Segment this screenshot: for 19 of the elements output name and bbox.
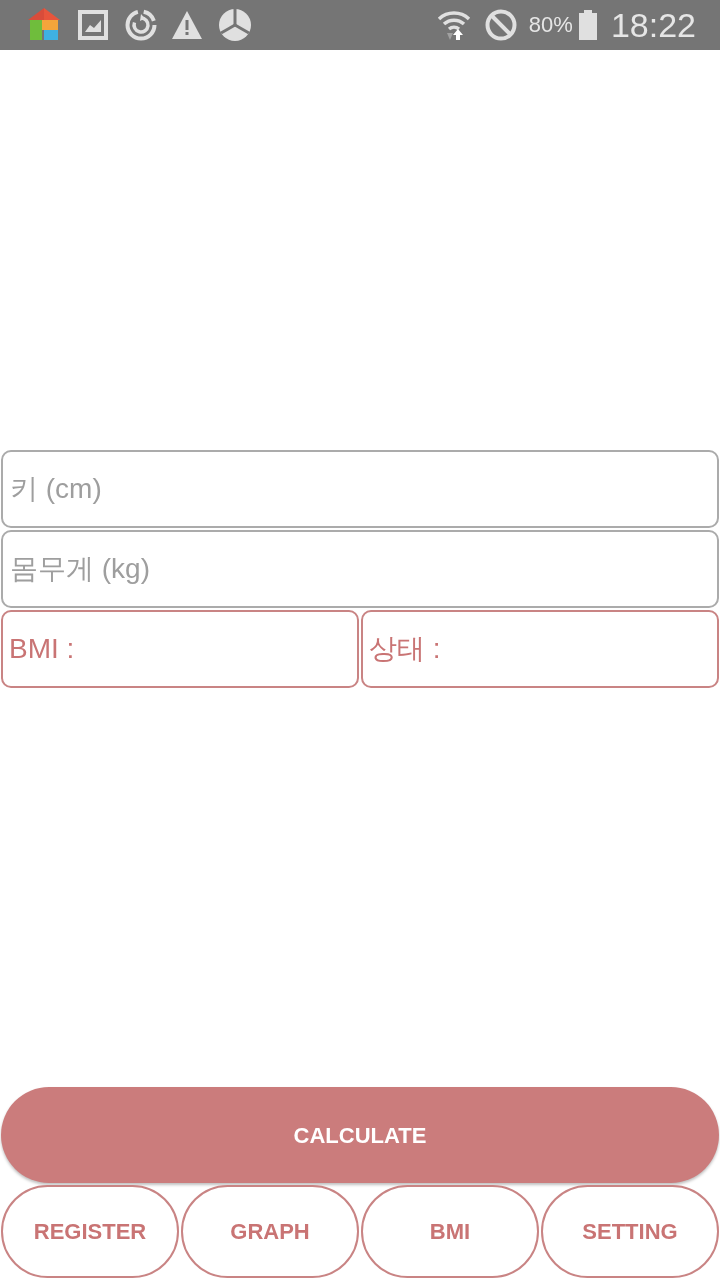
- battery-percent: 80%: [528, 14, 573, 36]
- calculate-button[interactable]: CALCULATE: [1, 1087, 719, 1183]
- blocked-icon: [484, 9, 517, 41]
- input-field[interactable]: 몸무게 (kg): [1, 529, 719, 608]
- launcher-house-icon: [28, 8, 60, 42]
- nav-button[interactable]: SETTING: [541, 1185, 719, 1278]
- result-label: 상태 :: [369, 631, 441, 666]
- image-icon: [78, 10, 108, 40]
- result-label: BMI :: [9, 631, 75, 666]
- nav-button[interactable]: GRAPH: [181, 1185, 359, 1278]
- sync-circle-icon: [125, 9, 157, 41]
- input-field[interactable]: 키 (cm): [1, 449, 719, 528]
- wifi-icon: [436, 9, 471, 41]
- warning-icon: [172, 11, 202, 39]
- nav-button[interactable]: BMI: [361, 1185, 539, 1278]
- battery-icon: [578, 10, 597, 40]
- pie-chart-icon: [219, 9, 251, 41]
- clock-time: 18:22: [610, 8, 696, 42]
- nav-button[interactable]: REGISTER: [1, 1185, 179, 1278]
